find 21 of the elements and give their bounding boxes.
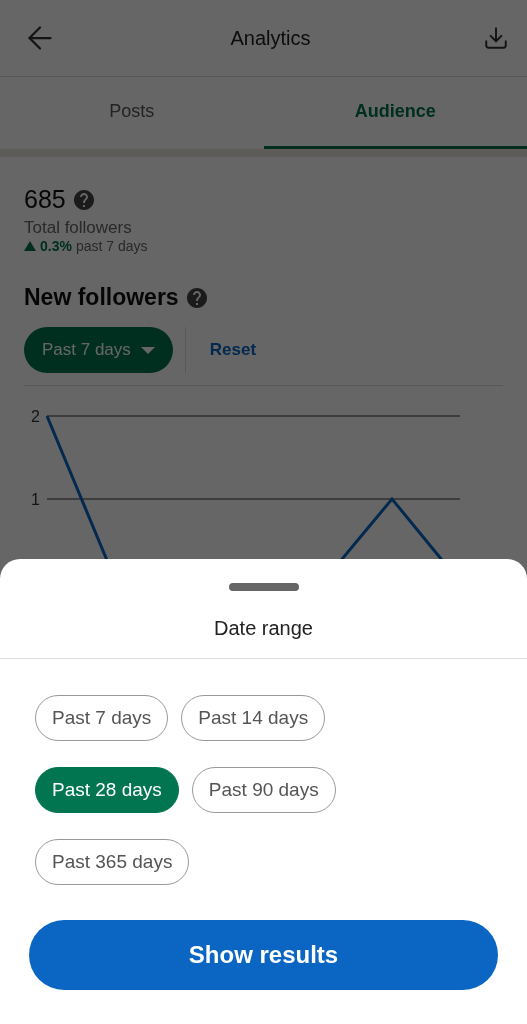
range-option[interactable]: Past 28 days <box>35 767 179 813</box>
caret-icon <box>140 346 155 354</box>
range-option[interactable]: Past 14 days <box>181 695 326 741</box>
range-option[interactable]: Past 7 days <box>35 695 169 741</box>
section-title: New followers <box>24 284 179 311</box>
help-icon[interactable] <box>71 187 96 212</box>
sheet-title: Date range <box>0 591 527 659</box>
change-value: 0.3% <box>40 238 72 254</box>
show-results-button[interactable]: Show results <box>29 920 498 990</box>
download-icon[interactable] <box>483 25 509 51</box>
range-option[interactable]: Past 365 days <box>35 839 190 885</box>
axis-label: 1 <box>31 491 40 508</box>
follower-label: Total followers <box>24 218 133 238</box>
follower-count: 685 <box>24 185 66 214</box>
change-period: past 7 days <box>75 238 148 254</box>
axis-label: 2 <box>31 408 40 425</box>
up-arrow-icon <box>24 241 36 251</box>
drag-handle[interactable] <box>228 583 299 591</box>
help-icon[interactable] <box>184 285 209 310</box>
range-option[interactable]: Past 90 days <box>191 767 336 813</box>
page-title: Analytics <box>230 26 311 50</box>
